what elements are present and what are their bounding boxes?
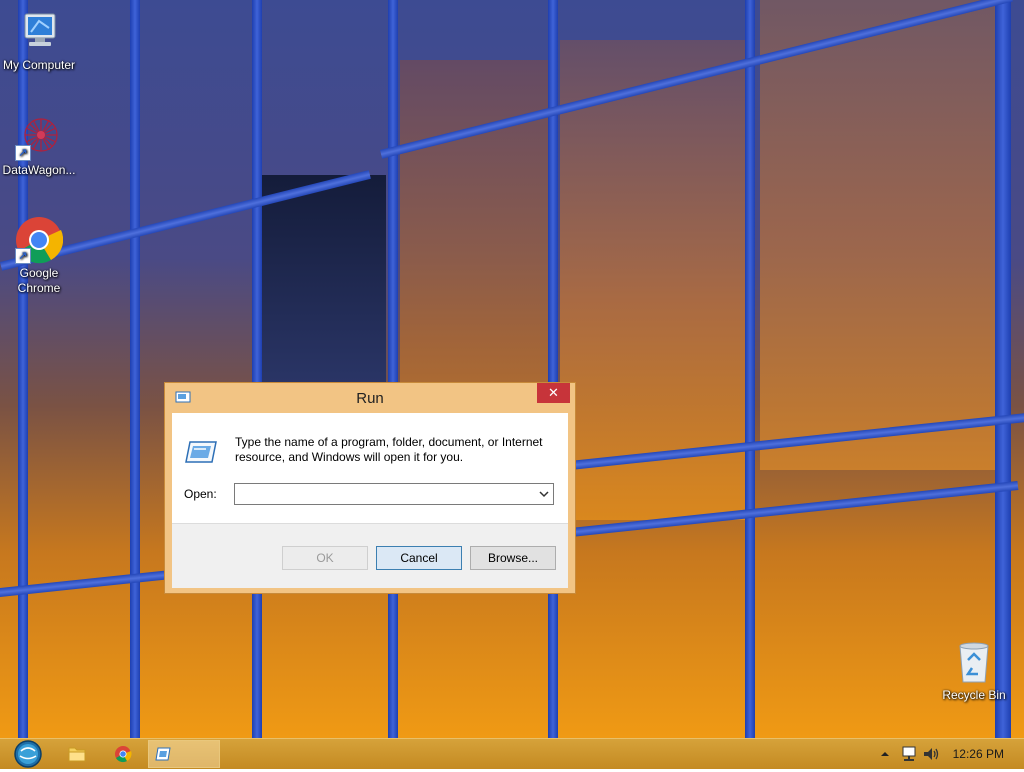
datawagon-icon: ↗ — [15, 113, 63, 161]
run-icon — [184, 439, 218, 465]
browse-button[interactable]: Browse... — [470, 546, 556, 570]
desktop-icon-label: My Computer — [2, 58, 76, 72]
desktop-icon-label: DataWagon... — [2, 163, 76, 177]
recycle-bin-icon — [950, 638, 998, 686]
open-label: Open: — [184, 487, 217, 501]
run-title: Run — [356, 390, 384, 407]
chrome-icon: ↗ — [15, 216, 64, 264]
run-icon — [155, 747, 171, 764]
taskbar-clock[interactable]: 12:26 PM — [953, 747, 1004, 761]
desktop-icon-label: Recycle Bin — [942, 688, 1006, 702]
shortcut-arrow-icon: ↗ — [15, 248, 31, 264]
desktop-icon-google-chrome[interactable]: ↗ Google Chrome — [1, 216, 77, 296]
desktop-icon-label: Google Chrome — [17, 266, 61, 295]
taskbar-file-explorer[interactable] — [62, 741, 92, 767]
start-button[interactable] — [6, 739, 46, 769]
volume-icon[interactable] — [922, 745, 940, 766]
desktop-icon-datawagon[interactable]: ↗ DataWagon... — [1, 113, 77, 178]
desktop-icon-recycle-bin[interactable]: Recycle Bin — [936, 638, 1012, 703]
shortcut-arrow-icon: ↗ — [15, 145, 31, 161]
chevron-down-icon[interactable] — [537, 486, 551, 502]
run-dialog-body: Type the name of a program, folder, docu… — [172, 413, 568, 588]
ok-button[interactable]: OK — [282, 546, 368, 570]
run-dialog: Run ✕ Type the name of a program, folder… — [164, 382, 576, 594]
network-icon[interactable] — [900, 745, 918, 766]
taskbar-run-window[interactable] — [148, 740, 220, 768]
computer-icon — [15, 8, 63, 56]
open-input[interactable] — [237, 485, 531, 505]
run-titlebar[interactable]: Run ✕ — [165, 383, 575, 413]
desktop-icon-my-computer[interactable]: My Computer — [1, 8, 77, 73]
close-icon: ✕ — [548, 385, 559, 400]
run-description: Type the name of a program, folder, docu… — [235, 435, 543, 464]
taskbar: 12:26 PM — [0, 738, 1024, 769]
show-hidden-icons-chevron[interactable] — [880, 748, 890, 762]
cancel-button[interactable]: Cancel — [376, 546, 462, 570]
desktop-wallpaper: My Computer ↗ DataWagon... ↗ Google Chro… — [0, 0, 1024, 738]
system-tray: 12:26 PM — [864, 739, 1024, 769]
close-button[interactable]: ✕ — [537, 383, 570, 403]
taskbar-chrome[interactable] — [108, 741, 138, 767]
open-combobox[interactable] — [234, 483, 554, 505]
